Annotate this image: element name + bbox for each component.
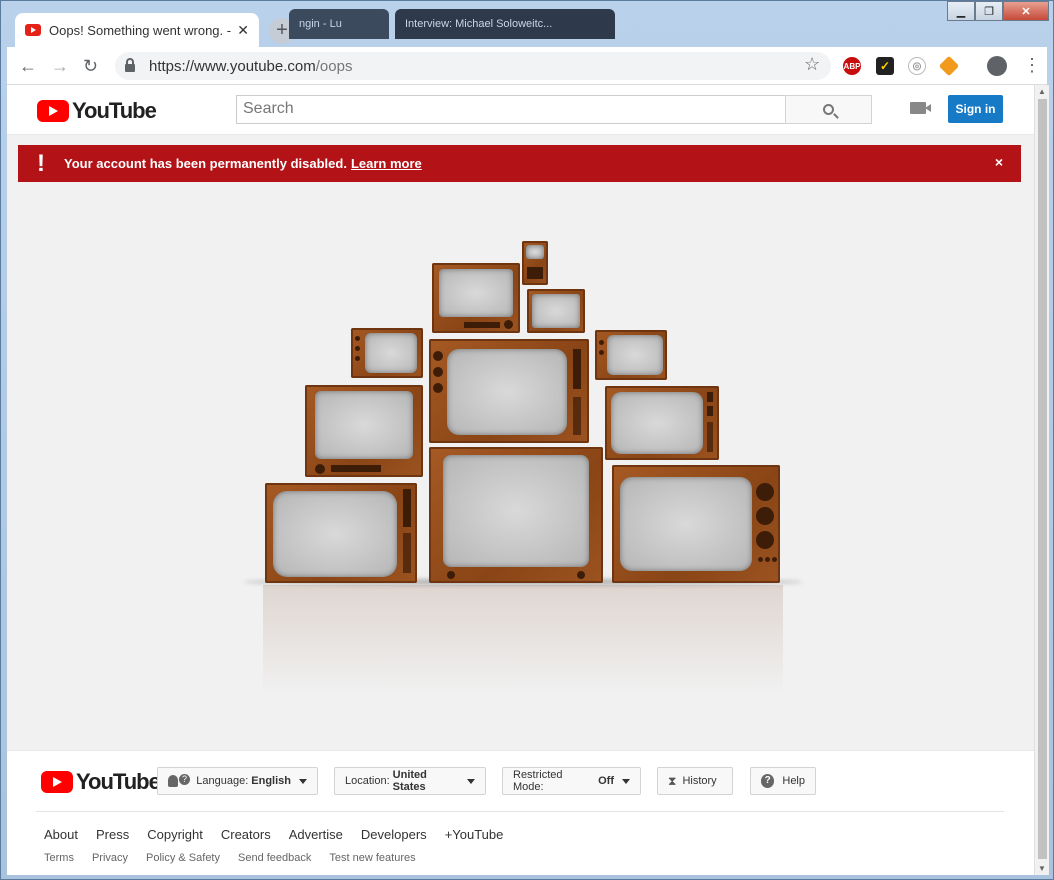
footer-link-press[interactable]: Press	[96, 827, 129, 842]
url-host: https://www.youtube.com	[149, 57, 316, 75]
tv-left-medium	[305, 385, 423, 477]
bookmark-star-icon[interactable]: ☆	[804, 54, 820, 75]
scroll-up-icon[interactable]: ▲	[1038, 87, 1046, 96]
footer-secondary-links: Terms Privacy Policy & Safety Send feedb…	[44, 852, 434, 864]
scroll-down-icon[interactable]: ▼	[1038, 864, 1046, 873]
caret-down-icon	[622, 778, 630, 784]
youtube-footer: YouTube Language: English Location: Unit…	[7, 750, 1034, 875]
footer-link-plus-youtube[interactable]: +YouTube	[445, 827, 504, 842]
history-button[interactable]: ⧗ History	[657, 767, 733, 795]
language-picker[interactable]: Language: English	[157, 767, 318, 795]
location-picker[interactable]: Location: United States	[334, 767, 486, 795]
footer-youtube-logo[interactable]: YouTube	[41, 769, 161, 795]
tv-mid-right-small	[595, 330, 667, 380]
menu-kebab-icon[interactable]: ⋮	[1023, 55, 1041, 76]
footer-youtube-wordmark: YouTube	[76, 769, 161, 794]
checkmark-extension-icon[interactable]: ✓	[876, 57, 894, 75]
hourglass-icon: ⧗	[668, 773, 677, 788]
caret-down-icon	[467, 778, 475, 784]
tab-active[interactable]: Oops! Something went wrong. - ✕	[15, 13, 259, 47]
footer-link-terms[interactable]: Terms	[44, 852, 74, 864]
lens-extension-icon[interactable]: ◎	[908, 57, 926, 75]
language-value: English	[251, 775, 291, 787]
maximize-button[interactable]: ❐	[975, 1, 1003, 21]
tab-background-1[interactable]: ngin - Lu	[289, 9, 389, 39]
caret-down-icon	[299, 778, 307, 784]
scroll-thumb[interactable]	[1038, 99, 1047, 859]
help-button[interactable]: ? Help	[750, 767, 816, 795]
footer-primary-links: About Press Copyright Creators Advertise…	[44, 827, 521, 842]
restricted-value: Off	[598, 775, 614, 787]
footer-link-test-features[interactable]: Test new features	[329, 852, 415, 864]
tv-reflection	[263, 585, 783, 695]
profile-icon[interactable]	[987, 56, 1007, 76]
tv-bottom-right	[612, 465, 780, 583]
youtube-favicon-icon	[25, 24, 41, 36]
footer-link-creators[interactable]: Creators	[221, 827, 271, 842]
adblock-extension-icon[interactable]: ABP	[843, 57, 861, 75]
footer-link-privacy[interactable]: Privacy	[92, 852, 128, 864]
help-label: Help	[782, 775, 805, 787]
url-path: /oops	[315, 57, 353, 75]
location-label: Location:	[345, 775, 390, 787]
tv-mid-left-small	[351, 328, 423, 378]
browser-toolbar: ← → ↻ https://www.youtube.com/oops ☆ ABP…	[7, 47, 1047, 85]
footer-link-advertise[interactable]: Advertise	[289, 827, 343, 842]
footer-link-copyright[interactable]: Copyright	[147, 827, 203, 842]
tv-bottom-left	[265, 483, 417, 583]
tv-right-medium	[605, 386, 719, 460]
reload-icon[interactable]: ↻	[83, 56, 98, 77]
restricted-label: Restricted Mode:	[513, 769, 563, 793]
tv-center	[429, 339, 589, 443]
history-label: History	[682, 775, 717, 787]
tv-tiny	[522, 241, 548, 285]
footer-youtube-play-icon	[41, 771, 73, 793]
footer-divider	[36, 811, 1004, 812]
window-controls: ▁ ❐ ✕	[947, 1, 1049, 21]
footer-link-developers[interactable]: Developers	[361, 827, 427, 842]
vertical-scrollbar[interactable]: ▲ ▼	[1034, 85, 1049, 875]
address-bar[interactable]: https://www.youtube.com/oops	[115, 52, 831, 80]
browser-window: Oops! Something went wrong. - ✕ + ngin -…	[0, 0, 1054, 880]
language-icon	[168, 774, 191, 787]
minimize-button[interactable]: ▁	[947, 1, 975, 21]
page-viewport: YouTube Search Sign in ! Your account ha…	[7, 85, 1034, 875]
tab-close-icon[interactable]: ✕	[237, 22, 249, 39]
footer-link-policy-safety[interactable]: Policy & Safety	[146, 852, 220, 864]
back-icon[interactable]: ←	[19, 56, 37, 77]
tab-title: Oops! Something went wrong. -	[49, 22, 232, 38]
lock-icon	[125, 58, 135, 72]
restricted-mode-picker[interactable]: Restricted Mode: Off	[502, 767, 641, 795]
tv-top-right	[527, 289, 585, 333]
footer-link-about[interactable]: About	[44, 827, 78, 842]
location-value: United States	[392, 769, 427, 793]
language-label: Language:	[196, 775, 249, 787]
diamond-extension-icon[interactable]	[938, 55, 960, 77]
forward-icon[interactable]: →	[51, 56, 69, 77]
tab-background-2[interactable]: Interview: Michael Soloweitc...	[395, 9, 615, 39]
close-window-button[interactable]: ✕	[1003, 1, 1049, 21]
tv-top-left	[432, 263, 520, 333]
footer-link-send-feedback[interactable]: Send feedback	[238, 852, 311, 864]
tv-bottom-center	[429, 447, 603, 583]
help-icon: ?	[761, 774, 775, 788]
tab-strip: Oops! Something went wrong. - ✕ + ngin -…	[7, 1, 1047, 47]
